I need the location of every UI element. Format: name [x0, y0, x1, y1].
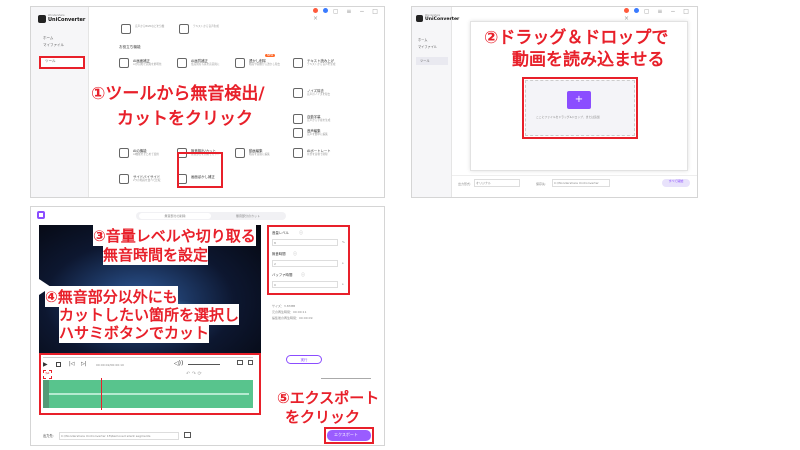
- callout-step4-line3: ハサミボタンでカット: [59, 322, 210, 343]
- tool-card-7[interactable]: 動画編集 動画を自由に編集: [235, 145, 290, 167]
- zoom-slider[interactable]: [321, 378, 371, 379]
- tts-icon: [179, 24, 189, 34]
- tool-card-1[interactable]: AI画面補正 AIが自動で画質を鮮明化: [119, 55, 174, 77]
- video-edit-icon: [235, 148, 245, 158]
- portrait-icon: [293, 148, 303, 158]
- logo-name: UniConverter: [425, 17, 460, 22]
- tool-card-5[interactable]: AIの機能 AI機能をまとめて使用: [119, 145, 174, 167]
- window-controls: ▢ ≡ − □ ×: [313, 8, 381, 22]
- callout-step5-line2: をクリック: [285, 406, 361, 427]
- callout-step3-line1: ③音量レベルや切り取る: [93, 225, 256, 246]
- sidebar-item-home[interactable]: ホーム: [418, 38, 427, 43]
- tool-card-3[interactable]: NEW 透かし削除 動画や画像から透かし除去: [235, 54, 290, 77]
- highlight-settings: [267, 225, 350, 295]
- sidebar-item-tools-label: ツール: [420, 59, 430, 63]
- noise-icon: [293, 88, 303, 98]
- sidebar-item-home[interactable]: ホーム: [43, 36, 53, 41]
- highlight-tools: [39, 56, 85, 69]
- footer-path-select[interactable]: C:\Wondershare UniConverter: [552, 179, 610, 187]
- app-logo: [38, 15, 46, 23]
- tab-silence-cut[interactable]: 無音部分のカット: [213, 213, 283, 219]
- new-badge: NEW: [265, 54, 276, 57]
- footer-output-path[interactable]: C:\Wondershare UniConverter 15\Removed s…: [59, 432, 179, 440]
- tool-card-2[interactable]: AI画質補正 低画質な写真を高画質に: [177, 55, 232, 77]
- start-all-button[interactable]: すべて開始: [662, 179, 690, 187]
- sidebar: [412, 7, 452, 197]
- watermark-icon: [235, 58, 245, 68]
- info-size: サイズ：3.83MB: [272, 304, 296, 308]
- window-controls: ▢ ≡ − □ ×: [624, 8, 692, 22]
- audio-edit-icon: [293, 128, 303, 138]
- text-icon: [293, 58, 303, 68]
- app-icon: [37, 211, 45, 219]
- subtitle-icon: [293, 114, 303, 124]
- top-card-1[interactable]: 音声からBGMなどを分離: [121, 21, 176, 43]
- callout-step1-line1: ①ツールから無音検出/: [89, 79, 267, 104]
- tool-card-4[interactable]: テキスト読み上げ テキストから音声を生成: [293, 55, 348, 77]
- folder-icon[interactable]: [184, 432, 191, 438]
- sidebar-item-myfiles[interactable]: マイファイル: [43, 43, 64, 48]
- highlight-drop-zone: [522, 77, 638, 139]
- callout-step2-line2: 動画を読み込ませる: [512, 45, 665, 70]
- tool-card-9[interactable]: サイドバイサイド 2つの動画を並べて比較: [119, 171, 174, 193]
- section-title: お役立ち機能: [119, 45, 141, 49]
- info-edited-duration: 編集後の再生時間：00:00:09: [272, 316, 313, 320]
- ai-icon: [119, 58, 129, 68]
- sidebar-item-myfiles[interactable]: マイファイル: [418, 45, 437, 50]
- tool-card-right-1[interactable]: ノイズ除去 音声のノイズを除去: [293, 85, 348, 107]
- side-by-side-icon: [119, 174, 129, 184]
- sidebar: [31, 7, 89, 197]
- callout-step1-line2: カットをクリック: [115, 104, 255, 129]
- enhance-icon: [177, 58, 187, 68]
- footer-format-label: 出力形式:: [458, 182, 472, 186]
- top-card-2[interactable]: テキストから音声生成: [179, 21, 234, 43]
- wave-icon: [121, 24, 131, 34]
- tools-screen-panel: Wondershare UniConverter ホーム マイファイル ツール …: [30, 6, 385, 198]
- ai-tools-icon: [119, 148, 129, 158]
- highlight-silence-tool: [177, 152, 223, 188]
- highlight-controls: [39, 353, 261, 415]
- footer-output-label: 出力先:: [43, 434, 54, 438]
- silence-editor-panel: 無音部分の削除 無音部分のカット ③音量レベルや切り取る 無音時間を設定 ④無音…: [30, 206, 385, 446]
- footer-format-select[interactable]: オリジナル: [474, 179, 520, 187]
- tool-card-8[interactable]: AIポートレート 背景を自動で削除: [293, 145, 348, 167]
- callout-step3-line2: 無音時間を設定: [103, 244, 209, 265]
- logo-name: UniConverter: [48, 17, 86, 23]
- highlight-export: [324, 427, 374, 444]
- info-original-duration: 元の再生時間：00:00:11: [272, 310, 307, 314]
- footer-path-label: 保存先:: [536, 182, 547, 186]
- apply-button[interactable]: 実行: [286, 355, 322, 364]
- app-logo: [416, 15, 423, 22]
- tool-card-right-3[interactable]: 音声編集 音声を簡単に編集: [293, 125, 348, 147]
- import-screen-panel: Wondershare UniConverter ホーム マイファイル ツール …: [411, 6, 698, 198]
- callout-step5-line1: ⑤エクスポート: [277, 387, 380, 408]
- tab-silence-remove[interactable]: 無音部分の削除: [139, 213, 211, 219]
